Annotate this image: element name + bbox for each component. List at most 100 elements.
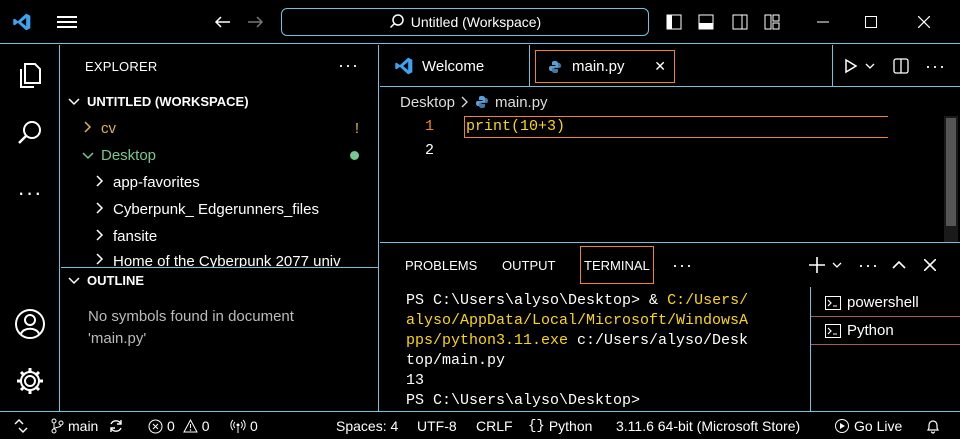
forward-arrow-icon[interactable] — [242, 0, 270, 44]
more-icon[interactable]: ··· — [0, 163, 60, 223]
tab-terminal[interactable]: TERMINAL — [580, 246, 654, 284]
search-icon[interactable] — [0, 103, 60, 163]
modified-dot — [350, 151, 359, 160]
split-editor-icon[interactable] — [893, 58, 909, 74]
chevron-right-icon — [91, 175, 109, 190]
error-count: 0 — [167, 418, 175, 434]
interpreter-status[interactable]: 3.11.6 64-bit (Microsoft Store) — [616, 412, 800, 439]
close-icon[interactable] — [904, 0, 944, 44]
braces-icon: {} — [528, 418, 545, 434]
scrollbar-thumb[interactable] — [946, 118, 956, 226]
terminal-output[interactable]: PS C:\Users\alyso\Desktop> & C:/Users/ a… — [406, 291, 806, 411]
language-status[interactable]: {} Python — [528, 412, 592, 439]
new-terminal-icon[interactable] — [808, 243, 826, 287]
command-center-search[interactable]: Untitled (Workspace) — [281, 8, 649, 36]
menu-icon[interactable] — [52, 0, 82, 44]
chevron-right-icon — [91, 229, 109, 244]
explorer-more-button[interactable]: ··· — [338, 55, 359, 76]
explorer-icon[interactable] — [0, 45, 60, 105]
tab-welcome[interactable]: Welcome — [380, 45, 530, 87]
git-branch-status[interactable]: main — [50, 412, 124, 439]
terminal-item-powershell[interactable]: powershell — [811, 289, 960, 317]
ports-status[interactable]: 0 — [230, 412, 258, 439]
customize-layout-icon[interactable] — [760, 0, 784, 44]
line-number: 2 — [424, 142, 434, 159]
breadcrumb-folder[interactable]: Desktop — [400, 94, 455, 111]
terminal-prompt: PS C:\Users\alyso\Desktop> — [406, 392, 641, 409]
ports-count: 0 — [250, 418, 258, 434]
tree-item-fansite[interactable]: fansite — [61, 223, 379, 250]
tree-item-label: Desktop — [101, 147, 157, 164]
eol-status[interactable]: CRLF — [476, 412, 513, 439]
maximize-icon[interactable] — [856, 0, 886, 44]
tab-close-icon[interactable]: ✕ — [654, 58, 666, 75]
chevron-down-icon — [79, 148, 97, 163]
outline-header[interactable]: OUTLINE — [61, 268, 379, 292]
terminal-prompt: PS C:\Users\alyso\Desktop> — [406, 292, 650, 309]
tree-item-label: Home of the Cyberpunk 2077 univ — [113, 253, 341, 267]
accounts-icon[interactable] — [0, 294, 60, 354]
back-arrow-icon[interactable] — [208, 0, 236, 44]
minimize-icon[interactable] — [808, 0, 838, 44]
error-icon — [148, 419, 163, 434]
indentation-status[interactable]: Spaces: 4 — [336, 412, 398, 439]
chevron-down-icon — [65, 273, 83, 288]
tree-item-label: cv — [101, 120, 116, 137]
tree-item-desktop[interactable]: Desktop — [61, 142, 379, 169]
panel-actions-more[interactable]: ··· — [858, 243, 879, 287]
python-icon — [475, 95, 489, 109]
tree-item-cv[interactable]: cv ! — [61, 115, 379, 142]
breadcrumb-file[interactable]: main.py — [495, 94, 548, 111]
encoding-status[interactable]: UTF-8 — [417, 412, 457, 439]
terminal-result: 13 — [406, 372, 425, 389]
close-panel-icon[interactable] — [924, 243, 936, 287]
terminal-icon — [825, 295, 841, 310]
language-label: Python — [548, 418, 593, 434]
editor-tab-bar: Welcome main.py ✕ ··· — [380, 45, 960, 87]
chevron-down-icon[interactable] — [832, 243, 842, 287]
warning-count: 0 — [201, 418, 210, 434]
tree-item-label: Cyberpunk_ Edgerunners_files — [113, 201, 319, 218]
title-bar: Untitled (Workspace) — [0, 0, 960, 44]
terminal-item-python[interactable]: Python — [811, 317, 960, 345]
go-live-icon — [834, 418, 850, 434]
toggle-secondary-sidebar-icon[interactable] — [728, 0, 752, 44]
panel-more-button[interactable]: ··· — [672, 243, 693, 287]
outline-section: OUTLINE No symbols found in document 'ma… — [61, 267, 379, 347]
chevron-right-icon — [91, 253, 109, 267]
line-number: 1 — [424, 118, 434, 135]
code-editor[interactable]: 1 2 print(10+3) — [380, 116, 960, 242]
chevron-down-icon[interactable] — [865, 63, 875, 69]
sync-icon[interactable] — [108, 418, 124, 434]
chevron-down-icon — [65, 94, 83, 109]
terminal-cmd-amp: & — [649, 292, 668, 309]
tab-main-py[interactable]: main.py ✕ — [535, 50, 675, 83]
status-bar: main 0 0 0 Spaces: 4 UTF-8 CRLF {} Pytho… — [0, 411, 960, 439]
settings-gear-icon[interactable] — [0, 351, 60, 411]
terminal-item-label: powershell — [847, 294, 919, 311]
notifications-bell-icon[interactable] — [926, 412, 940, 439]
editor-actions: ··· — [832, 45, 960, 87]
broadcast-icon — [230, 418, 246, 434]
workspace-header[interactable]: UNTITLED (WORKSPACE) — [61, 88, 379, 115]
outline-title: OUTLINE — [87, 272, 145, 288]
remote-indicator-icon[interactable] — [14, 412, 28, 439]
tree-item-home-cyberpunk[interactable]: Home of the Cyberpunk 2077 univ — [61, 249, 379, 267]
tree-item-cyberpunk-files[interactable]: Cyberpunk_ Edgerunners_files — [61, 196, 379, 223]
tab-output[interactable]: OUTPUT — [502, 243, 555, 287]
problems-status[interactable]: 0 0 — [148, 412, 210, 439]
maximize-panel-icon[interactable] — [892, 243, 906, 287]
explorer-header: EXPLORER ··· — [61, 45, 379, 87]
tab-problems[interactable]: PROBLEMS — [405, 243, 477, 287]
toggle-primary-sidebar-icon[interactable] — [662, 0, 686, 44]
editor-more-icon[interactable]: ··· — [925, 56, 946, 77]
run-python-icon[interactable] — [843, 58, 859, 74]
toggle-panel-icon[interactable] — [694, 0, 718, 44]
go-live-status[interactable]: Go Live — [834, 412, 902, 439]
tree-item-app-favorites[interactable]: app-favorites — [61, 169, 379, 196]
terminal-item-label: Python — [847, 322, 894, 339]
python-icon — [548, 60, 562, 74]
tab-label: main.py — [572, 58, 625, 75]
search-label: Untitled (Workspace) — [410, 14, 542, 30]
vscode-logo-icon — [394, 56, 414, 76]
